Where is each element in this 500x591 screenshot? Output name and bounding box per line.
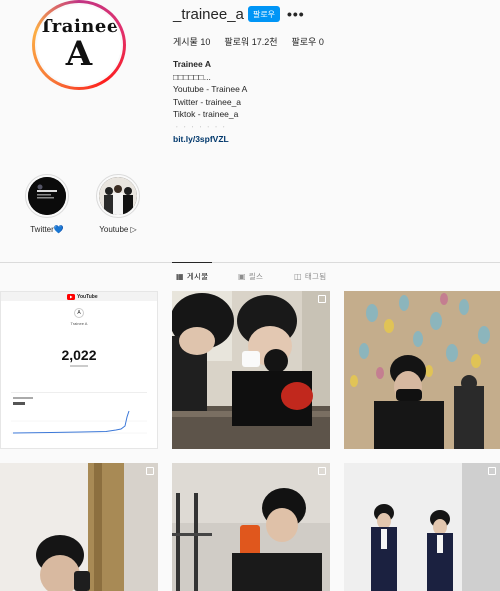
tab-tagged[interactable]: ◫ 태그됨 (294, 271, 326, 282)
posts-count: 게시물 10 (173, 37, 211, 47)
profile-avatar[interactable]: Trainee A (32, 0, 126, 90)
tab-label: 릴스 (248, 272, 264, 281)
avatar-logo: Trainee A (37, 5, 121, 85)
channel-name: Trainee A (70, 321, 88, 326)
profile-bio: Trainee A □□□□□□... Youtube - Trainee A … (173, 58, 247, 146)
post-tile-photo-gym[interactable] (172, 463, 330, 591)
active-tab-indicator (172, 262, 212, 263)
bio-line: Tiktok - trainee_a (173, 109, 239, 119)
followers-count[interactable]: 팔로워 17.2천 (224, 35, 277, 48)
tab-label: 게시물 (186, 272, 209, 281)
bio-line: □□□□□□... (173, 71, 211, 82)
highlight-thumbnail (99, 177, 137, 215)
growth-chart (11, 392, 147, 440)
bio-link[interactable]: bit.ly/3spfVZL (173, 133, 247, 146)
tagged-icon: ◫ (294, 272, 302, 281)
youtube-logo: YouTube (67, 294, 98, 300)
following-count[interactable]: 팔로우 0 (292, 35, 324, 48)
bio-line: Twitter - trainee_a (173, 96, 242, 107)
reels-icon: ▣ (238, 272, 246, 281)
grid-icon: ▦ (176, 272, 184, 281)
post-tile-photo-mirror[interactable] (344, 291, 500, 449)
highlight-youtube[interactable]: Youtube ▷ (96, 174, 140, 234)
post-tile-youtube-stats[interactable]: YouTube A Trainee A 2,022 (0, 291, 158, 449)
subscriber-count: 2,022 (61, 347, 97, 363)
multi-post-icon (318, 295, 326, 303)
more-icon[interactable]: ••• (287, 6, 305, 22)
post-tile-photo-friends[interactable] (172, 291, 330, 449)
bio-line: Youtube - Trainee A (173, 84, 248, 94)
follow-button[interactable]: 팔로우 (248, 6, 280, 22)
bio-name: Trainee A (173, 59, 211, 69)
profile-stats: 게시물 10 팔로워 17.2천 팔로우 0 (173, 35, 324, 48)
tab-posts[interactable]: ▦ 게시물 (176, 271, 208, 282)
tab-reels[interactable]: ▣ 릴스 (238, 271, 263, 282)
bio-line: ᆞᆞᆞᆞᆞᆞᆞ (173, 121, 228, 132)
highlight-label: Youtube ▷ (99, 225, 137, 234)
multi-post-icon (146, 467, 154, 475)
highlight-thumbnail (28, 177, 66, 215)
highlight-label: Twitter💙 (30, 225, 64, 234)
multi-post-icon (488, 467, 496, 475)
channel-avatar: A (74, 308, 84, 318)
profile-username: _trainee_a (173, 6, 244, 23)
post-tile-photo-selfie[interactable] (0, 463, 158, 591)
logo-text-bottom: A (65, 33, 93, 74)
highlight-twitter[interactable]: Twitter💙 (25, 174, 69, 234)
post-tile-photo-uniform[interactable] (344, 463, 500, 591)
section-divider (0, 262, 500, 263)
multi-post-icon (318, 467, 326, 475)
tab-label: 태그됨 (304, 272, 327, 281)
